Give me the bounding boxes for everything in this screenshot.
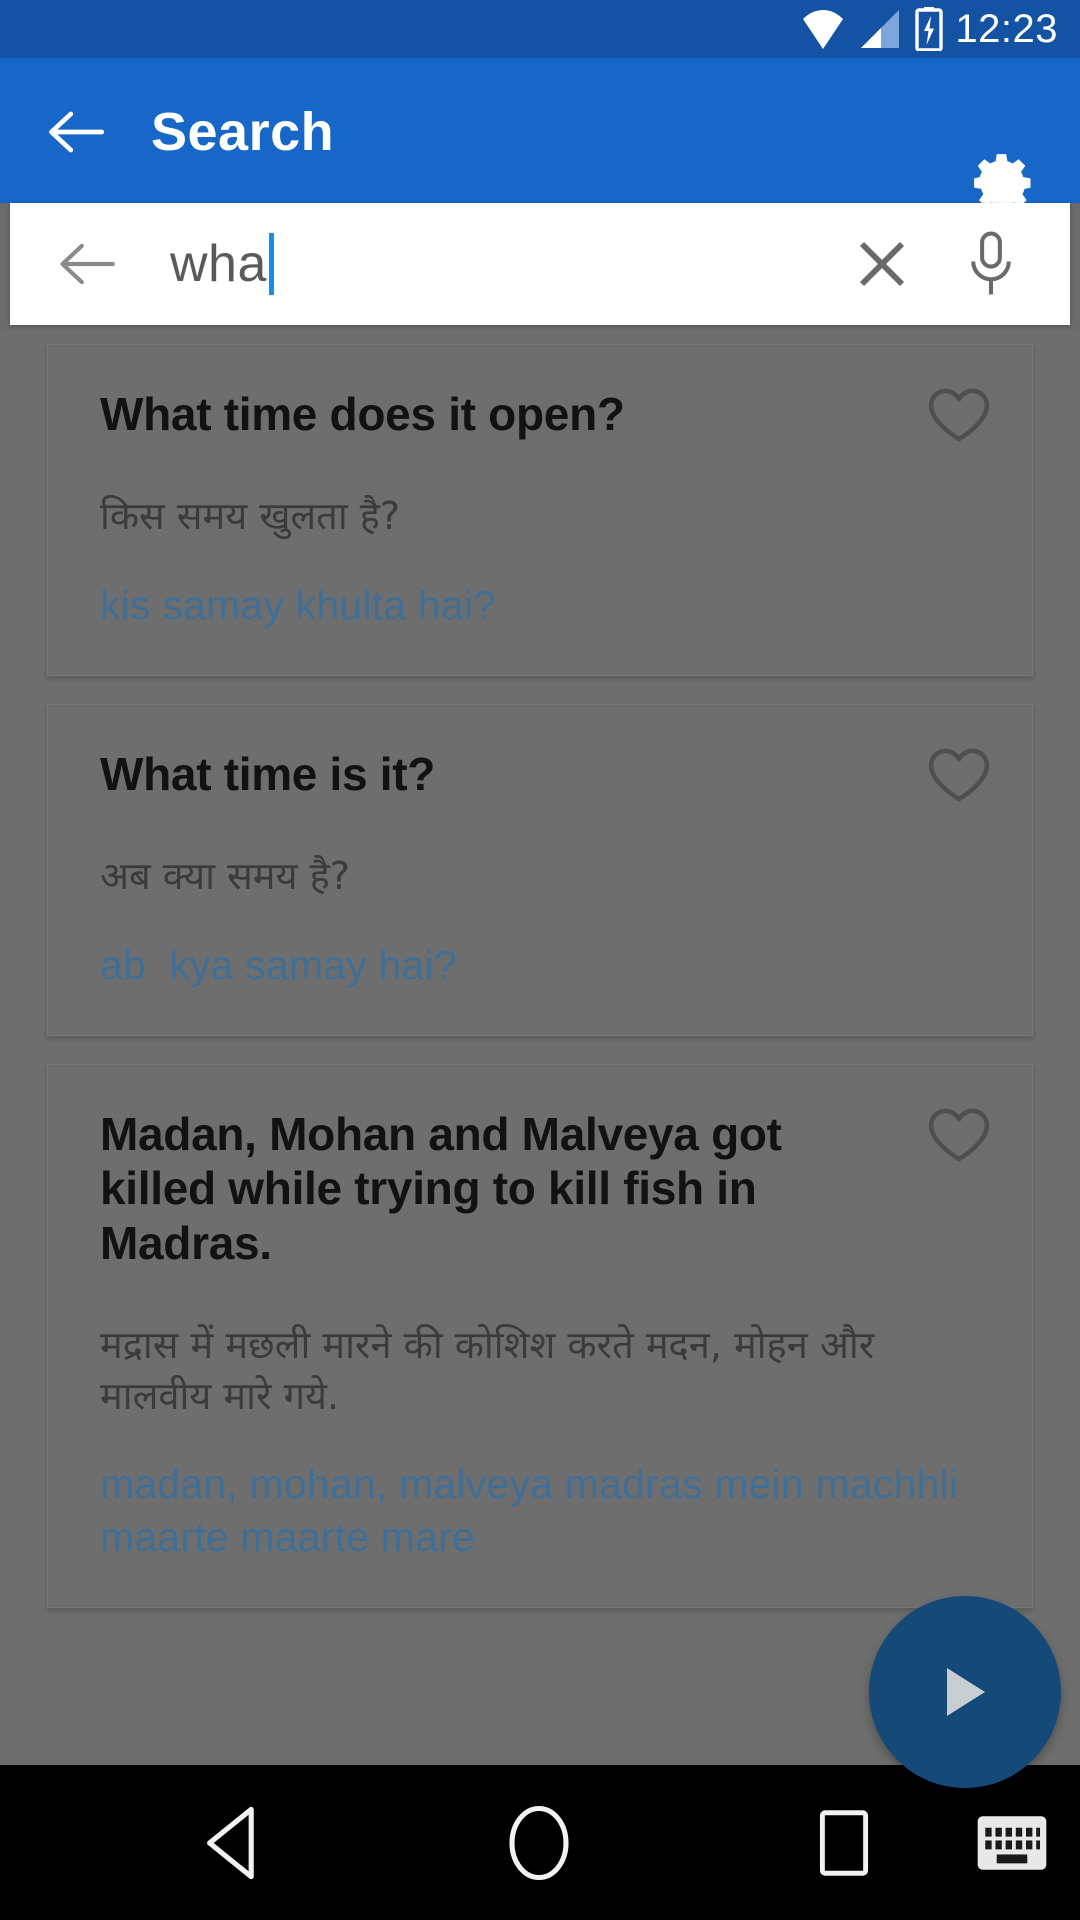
status-bar-icons xyxy=(801,7,944,51)
result-title: What time is it? xyxy=(100,748,436,801)
nav-recents-button[interactable] xyxy=(815,1807,873,1879)
back-button[interactable] xyxy=(45,101,107,163)
wifi-icon xyxy=(803,10,844,49)
circle-home-icon xyxy=(509,1805,569,1880)
result-native-text: किस समय खुलता है? xyxy=(100,494,401,539)
search-box[interactable]: wha xyxy=(10,203,1070,325)
play-fab-button[interactable] xyxy=(869,1596,1061,1788)
status-bar: 12:23 xyxy=(0,0,1080,58)
status-bar-clock: 12:23 xyxy=(955,7,1058,51)
square-recents-icon xyxy=(819,1809,869,1876)
heart-outline-icon[interactable] xyxy=(926,745,992,805)
app-bar: Search xyxy=(0,58,1080,212)
voice-search-button[interactable] xyxy=(968,231,1014,297)
search-back-button[interactable] xyxy=(56,233,118,295)
nav-home-button[interactable] xyxy=(505,1804,573,1882)
text-caret xyxy=(268,233,274,295)
result-title: What time does it open? xyxy=(100,388,625,440)
search-results-list[interactable]: What time does it open? किस समय खुलता है… xyxy=(0,331,1080,1765)
result-transliteration: ab kya samay hai? xyxy=(100,941,457,988)
result-native-text: अब क्या समय है? xyxy=(100,854,350,899)
search-input[interactable]: wha xyxy=(170,233,852,295)
keyboard-icon xyxy=(977,1815,1047,1870)
android-navigation-bar xyxy=(0,1765,1080,1920)
battery-charging-icon xyxy=(915,7,944,51)
search-input-value: wha xyxy=(170,235,267,293)
nav-back-button[interactable] xyxy=(200,1804,264,1882)
result-transliteration: madan, mohan, malveya madras mein machhl… xyxy=(100,1461,970,1560)
heart-outline-icon[interactable] xyxy=(926,385,992,445)
triangle-back-icon xyxy=(207,1806,254,1879)
page-title: Search xyxy=(151,102,335,162)
cellular-signal-icon xyxy=(861,10,900,48)
result-title: Madan, Mohan and Malveya got killed whil… xyxy=(100,1108,782,1269)
heart-outline-icon[interactable] xyxy=(926,1105,992,1165)
play-icon xyxy=(947,1668,985,1716)
clear-search-button[interactable] xyxy=(852,234,912,294)
result-transliteration: kis samay khulta hai? xyxy=(100,581,497,628)
search-bar-container: wha xyxy=(0,203,1080,331)
result-card[interactable]: What time is it? अब क्या समय है? ab kya … xyxy=(47,704,1033,1037)
nav-keyboard-button[interactable] xyxy=(976,1815,1048,1871)
app-screen: 12:23 Search wha What time does it open?… xyxy=(0,0,1080,1920)
result-card[interactable]: What time does it open? किस समय खुलता है… xyxy=(47,344,1033,677)
result-card[interactable]: Madan, Mohan and Malveya got killed whil… xyxy=(47,1064,1033,1609)
result-native-text: मद्रास में मछली मारने की कोशिश करते मदन,… xyxy=(100,1322,875,1419)
